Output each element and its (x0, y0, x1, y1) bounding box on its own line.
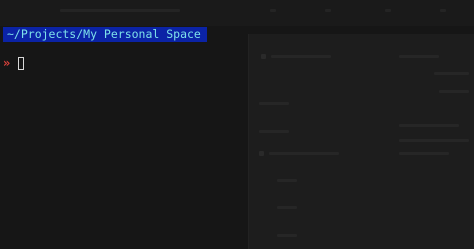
background-window (248, 34, 474, 249)
background-title-bar (0, 0, 474, 26)
prompt-symbol: » (3, 56, 11, 70)
text-cursor (18, 56, 25, 70)
command-line[interactable]: » (3, 55, 25, 71)
prompt-path: ~/Projects/My Personal Space (3, 27, 207, 42)
terminal-window[interactable]: ~/Projects/My Personal Space » (0, 0, 474, 249)
